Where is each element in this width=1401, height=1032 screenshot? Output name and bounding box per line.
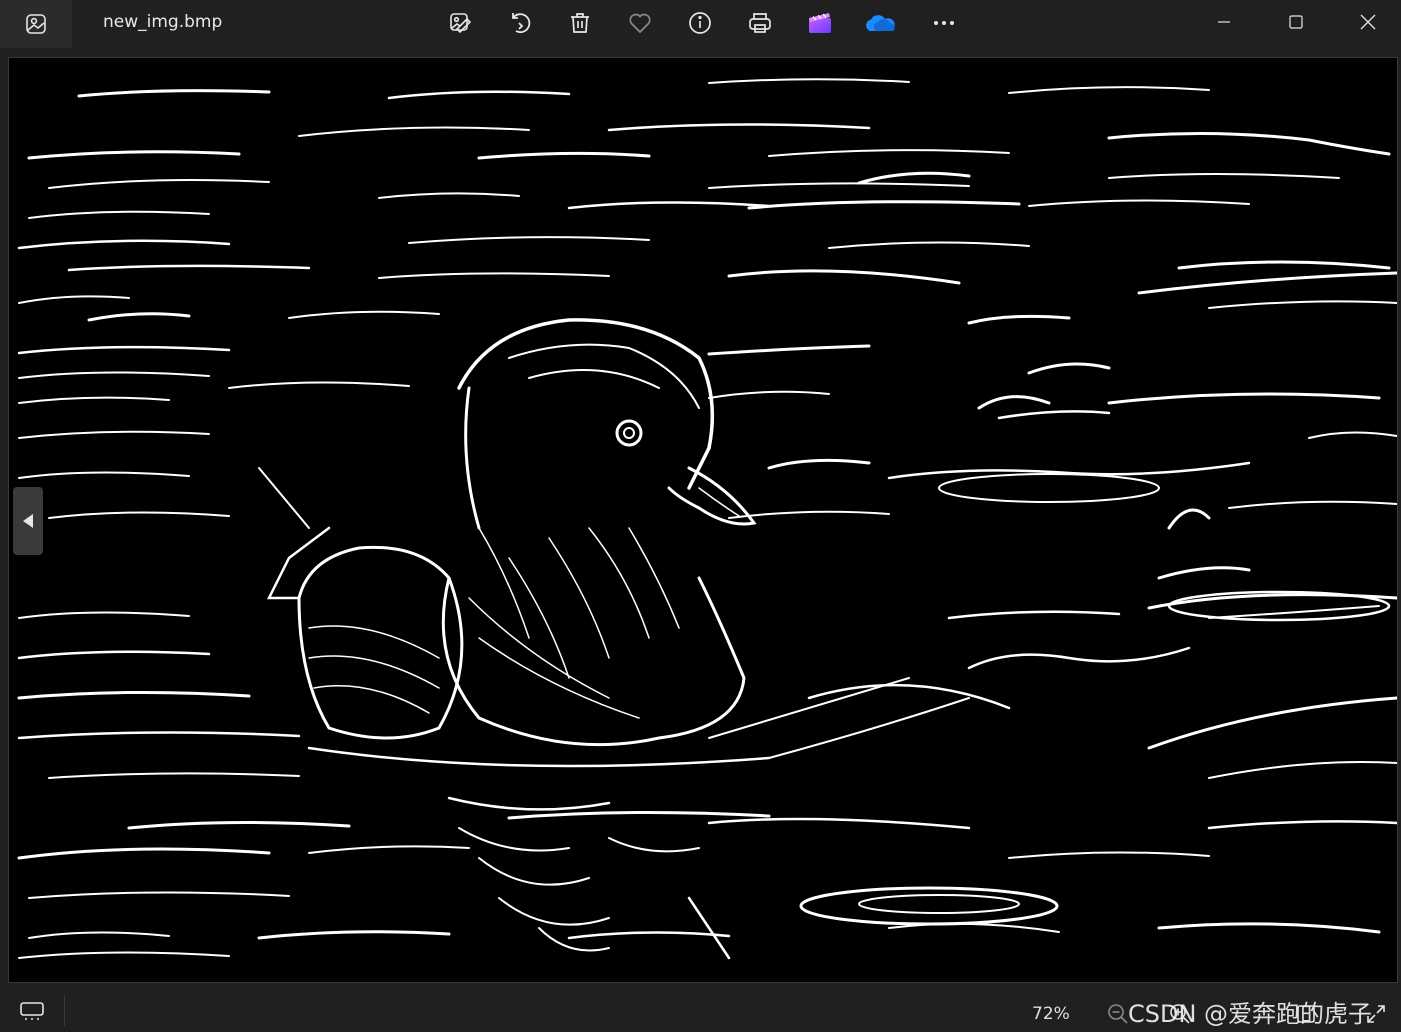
- full-screen-button[interactable]: [1360, 998, 1392, 1030]
- print-icon: [749, 13, 771, 33]
- minimize-button[interactable]: [1201, 4, 1247, 40]
- info-icon: [689, 12, 711, 34]
- edge-detected-duck-image: [9, 58, 1397, 982]
- photos-app-icon: [0, 0, 72, 48]
- favorite-icon: [629, 13, 651, 34]
- edit-image-icon: [450, 13, 472, 34]
- fit-window-icon: [1297, 1005, 1315, 1023]
- zoom-in-button[interactable]: [1164, 998, 1196, 1030]
- minimize-icon: [1218, 21, 1230, 23]
- onedrive-button[interactable]: [862, 6, 898, 40]
- expand-icon: [1367, 1005, 1385, 1023]
- zoom-in-icon: [1170, 1004, 1190, 1024]
- filmstrip-icon: [20, 1002, 44, 1020]
- onedrive-icon: [866, 15, 895, 31]
- close-icon: [1360, 14, 1376, 30]
- filmstrip-toggle-button[interactable]: [14, 994, 50, 1028]
- status-divider: [64, 996, 65, 1026]
- more-options-button[interactable]: [926, 6, 962, 40]
- maximize-icon: [1289, 15, 1303, 29]
- info-button[interactable]: [682, 6, 718, 40]
- edit-image-button[interactable]: [442, 6, 478, 40]
- zoom-level: 72%: [1032, 1004, 1070, 1024]
- clipchamp-icon: [809, 13, 831, 33]
- close-button[interactable]: [1345, 4, 1391, 40]
- chevron-left-icon: [23, 514, 33, 528]
- previous-image-button[interactable]: [13, 487, 43, 555]
- more-icon: [934, 21, 954, 25]
- delete-button[interactable]: [562, 6, 598, 40]
- fit-to-window-button[interactable]: [1290, 998, 1322, 1030]
- zoom-out-button[interactable]: [1102, 998, 1134, 1030]
- print-button[interactable]: [742, 6, 778, 40]
- image-canvas[interactable]: [8, 57, 1398, 983]
- zoom-out-icon: [1108, 1004, 1128, 1024]
- rotate-icon: [512, 13, 531, 34]
- delete-icon: [571, 13, 589, 33]
- maximize-button[interactable]: [1273, 4, 1319, 40]
- favorite-button[interactable]: [622, 6, 658, 40]
- file-name: new_img.bmp: [103, 12, 223, 32]
- title-bar: new_img.bmp: [0, 0, 1401, 48]
- rotate-button[interactable]: [502, 6, 538, 40]
- status-bar: 72%: [0, 990, 1401, 1032]
- clipchamp-button[interactable]: [802, 6, 838, 40]
